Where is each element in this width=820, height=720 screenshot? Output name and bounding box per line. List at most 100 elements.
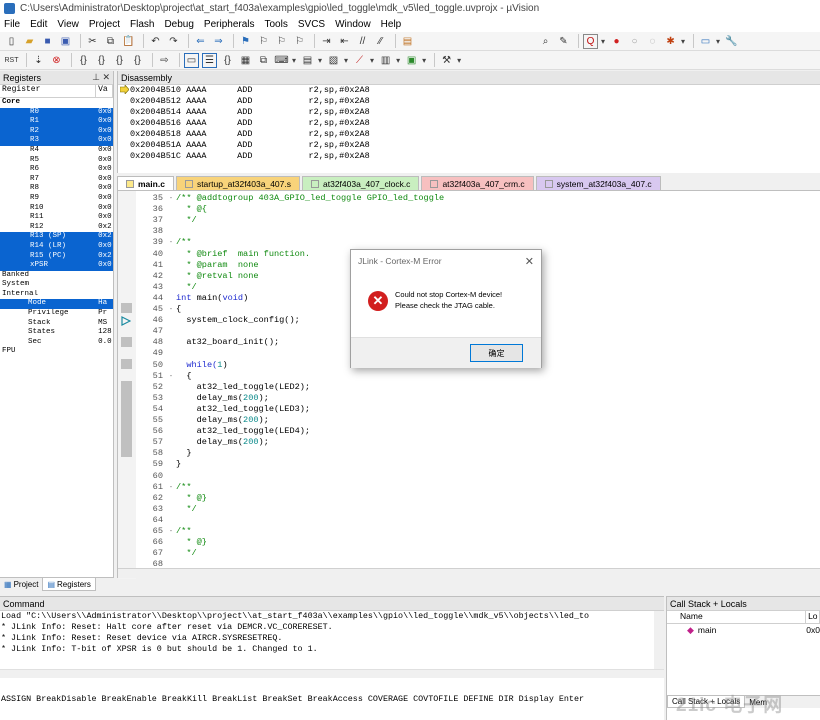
editor-horizontal-scrollbar[interactable] (118, 568, 820, 578)
menu-window[interactable]: Window (331, 19, 377, 30)
register-row[interactable]: R7 0x0 (0, 175, 113, 185)
register-row[interactable]: Internal (0, 290, 113, 300)
code-line[interactable]: 44 int main(void) (136, 293, 249, 304)
indent-icon[interactable]: ⇥ (319, 34, 334, 49)
disassembly-line[interactable]: 0x2004B516 AAAA ADD r2,sp,#0x2A8 (130, 118, 820, 129)
code-line[interactable]: 60 (136, 471, 176, 482)
toolbox-icon[interactable]: ⚒ (439, 53, 454, 68)
tab-system-at32f403a-407-c[interactable]: system_at32f403a_407.c (535, 176, 661, 190)
register-row[interactable]: System (0, 280, 113, 290)
location-column-header[interactable]: Lo (806, 611, 820, 623)
register-row[interactable]: Stack MS (0, 319, 113, 329)
register-row[interactable]: R4 0x0 (0, 146, 113, 156)
code-line[interactable]: 56 at32_led_toggle(LED4); (136, 426, 310, 437)
command-window-icon[interactable]: ▭ (184, 52, 199, 68)
step-over-icon[interactable]: {} (94, 53, 109, 68)
new-file-icon[interactable]: ▯ (4, 34, 19, 49)
tab-main-c[interactable]: main.c (117, 176, 174, 190)
code-line[interactable]: 36 * @{ (136, 204, 207, 215)
code-line[interactable]: 48 at32_board_init(); (136, 337, 279, 348)
menu-view[interactable]: View (53, 19, 85, 30)
menu-edit[interactable]: Edit (26, 19, 53, 30)
name-column-header[interactable]: Name (667, 611, 807, 623)
call-stack-row[interactable]: ◆ main 0x0 (667, 624, 820, 636)
code-line[interactable]: 35-/** @addtogroup 403A_GPIO_led_toggle … (136, 193, 445, 204)
tab-at32f403a-407-clock-c[interactable]: at32f403a_407_clock.c (302, 176, 420, 190)
code-line[interactable]: 45-{ (136, 304, 182, 315)
disable-breakpoint-icon[interactable]: ○ (627, 34, 642, 49)
menu-debug[interactable]: Debug (160, 19, 199, 30)
window-layout-icon[interactable]: ▭ (698, 34, 713, 49)
step-out-icon[interactable]: {} (112, 53, 127, 68)
code-line[interactable]: 52 at32_led_toggle(LED2); (136, 382, 310, 393)
disassembly-line[interactable]: 0x2004B514 AAAA ADD r2,sp,#0x2A8 (130, 107, 820, 118)
chevron-down-icon[interactable]: ▾ (396, 56, 400, 65)
code-line[interactable]: 55 delay_ms(200); (136, 415, 269, 426)
register-row[interactable]: R3 0x0 (0, 136, 113, 146)
menu-project[interactable]: Project (85, 19, 126, 30)
register-row[interactable]: R12 0x2 (0, 223, 113, 233)
open-folder-icon[interactable]: ▰ (22, 34, 37, 49)
menu-svcs[interactable]: SVCS (294, 19, 331, 30)
code-line[interactable]: 47 (136, 326, 176, 337)
chevron-down-icon[interactable]: ▾ (422, 56, 426, 65)
unindent-icon[interactable]: ⇤ (337, 34, 352, 49)
code-line[interactable]: 39-/** (136, 237, 192, 248)
find-in-files-icon[interactable]: ▤ (400, 34, 415, 49)
bookmark-clear-icon[interactable]: ⚐ (292, 34, 307, 49)
register-row[interactable]: R11 0x0 (0, 213, 113, 223)
chevron-down-icon[interactable]: ▾ (318, 56, 322, 65)
disassembly-listing[interactable]: 0x2004B510 AAAA ADD r2,sp,#0x2A8 0x2004B5… (118, 85, 820, 173)
serial-window-icon[interactable]: ▧ (326, 53, 341, 68)
register-row[interactable]: R9 0x0 (0, 194, 113, 204)
register-row[interactable]: R1 0x0 (0, 117, 113, 127)
chevron-down-icon[interactable]: ▾ (716, 37, 720, 46)
call-stack-window-icon[interactable]: ⧉ (256, 53, 271, 68)
register-row[interactable]: R8 0x0 (0, 184, 113, 194)
chevron-down-icon[interactable]: ▾ (292, 56, 296, 65)
tab-registers[interactable]: ▤ Registers (42, 578, 96, 591)
tab-startup-at32f403a-407-s[interactable]: startup_at32f403a_407.s (175, 176, 300, 190)
ok-button[interactable]: 确定 (470, 344, 523, 362)
run-icon[interactable]: ⇣ (31, 53, 46, 68)
code-line[interactable]: 64 (136, 515, 176, 526)
code-line[interactable]: 38 (136, 226, 176, 237)
registers-window-icon[interactable]: ▦ (238, 53, 253, 68)
insert-breakpoint-icon[interactable]: ● (609, 34, 624, 49)
memory-window-icon[interactable]: ▤ (300, 53, 315, 68)
command-vertical-scrollbar[interactable] (654, 611, 664, 669)
debug-session-icon[interactable]: Q (583, 33, 598, 49)
code-line[interactable]: 61-/** (136, 482, 192, 493)
chevron-down-icon[interactable]: ▾ (344, 56, 348, 65)
chevron-down-icon[interactable]: ▾ (370, 56, 374, 65)
watch-window-icon[interactable]: ⌨ (274, 53, 289, 68)
symbols-window-icon[interactable]: {} (220, 53, 235, 68)
bookmark-next-icon[interactable]: ⚐ (274, 34, 289, 49)
stop-icon[interactable]: ⊗ (49, 53, 64, 68)
nav-back-icon[interactable]: ⇐ (193, 34, 208, 49)
code-line[interactable]: 49 (136, 348, 176, 359)
save-icon[interactable]: ■ (40, 34, 55, 49)
step-in-icon[interactable]: {} (76, 53, 91, 68)
register-row[interactable]: R0 0x0 (0, 107, 113, 118)
code-line[interactable]: 59} (136, 459, 182, 470)
code-line[interactable]: 41 * @param none (136, 260, 259, 271)
register-row[interactable]: Banked (0, 271, 113, 281)
code-line[interactable]: 63 */ (136, 504, 197, 515)
chevron-down-icon[interactable]: ▾ (601, 37, 605, 46)
analysis-window-icon[interactable]: ⟋ (352, 53, 367, 68)
register-row[interactable]: R5 0x0 (0, 156, 113, 166)
cut-icon[interactable]: ✂ (85, 34, 100, 49)
menu-help[interactable]: Help (377, 19, 408, 30)
code-line[interactable]: 50 while(1) (136, 360, 228, 371)
register-row[interactable]: R14 (LR) 0x0 (0, 241, 113, 252)
disassembly-line[interactable]: 0x2004B51C AAAA ADD r2,sp,#0x2A8 (130, 151, 820, 162)
nav-forward-icon[interactable]: ⇒ (211, 34, 226, 49)
code-line[interactable]: 42 * @retval none (136, 271, 259, 282)
register-row[interactable]: R10 0x0 (0, 204, 113, 214)
menu-tools[interactable]: Tools (261, 19, 294, 30)
tab-project[interactable]: ▦ Project (0, 578, 42, 591)
trace-window-icon[interactable]: ▥ (378, 53, 393, 68)
register-row[interactable]: xPSR 0x0 (0, 261, 113, 271)
code-line[interactable]: 40 * @brief main function. (136, 249, 310, 260)
